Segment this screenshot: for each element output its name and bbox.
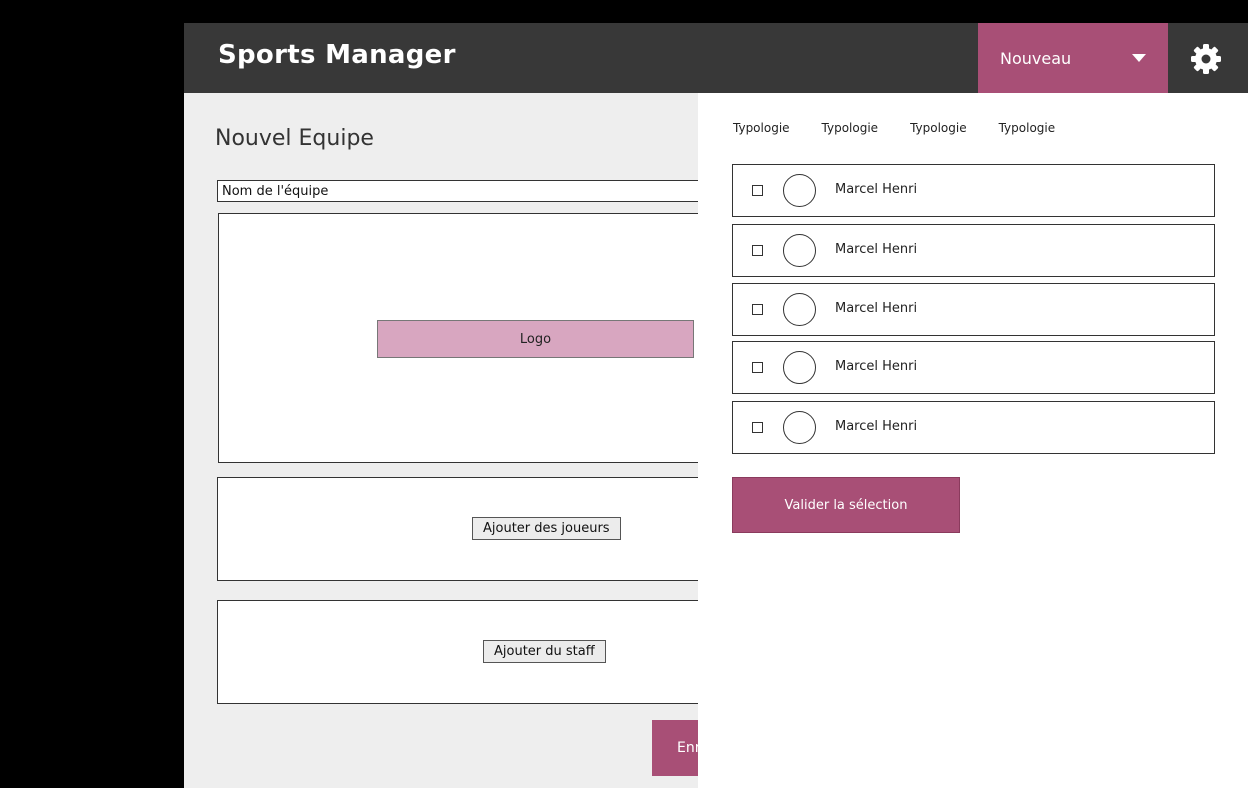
- player-row[interactable]: Marcel Henri: [732, 283, 1215, 336]
- avatar: [783, 293, 816, 326]
- avatar: [783, 234, 816, 267]
- player-checkbox[interactable]: [752, 304, 763, 315]
- validate-selection-button[interactable]: Valider la sélection: [732, 477, 960, 533]
- avatar: [783, 174, 816, 207]
- player-name: Marcel Henri: [835, 182, 918, 197]
- player-checkbox[interactable]: [752, 245, 763, 256]
- player-row[interactable]: Marcel Henri: [732, 164, 1215, 217]
- player-checkbox[interactable]: [752, 362, 763, 373]
- tab-typologie-4[interactable]: Typologie: [999, 121, 1056, 135]
- player-row[interactable]: Marcel Henri: [732, 341, 1215, 394]
- logo-button[interactable]: Logo: [377, 320, 694, 358]
- top-bar: Sports Manager Nouveau: [184, 23, 1248, 93]
- add-staff-button[interactable]: Ajouter du staff: [483, 640, 606, 663]
- player-name: Marcel Henri: [835, 359, 918, 374]
- staff-area: Ajouter du staff: [217, 600, 777, 704]
- player-name: Marcel Henri: [835, 242, 918, 257]
- tab-typologie-3[interactable]: Typologie: [910, 121, 967, 135]
- gear-icon[interactable]: [1190, 43, 1222, 75]
- caret-down-icon: [1132, 54, 1146, 62]
- avatar: [783, 351, 816, 384]
- player-checkbox[interactable]: [752, 422, 763, 433]
- player-selection-panel: Typologie Typologie Typologie Typologie …: [698, 93, 1248, 788]
- player-row[interactable]: Marcel Henri: [732, 224, 1215, 277]
- new-dropdown-label: Nouveau: [1000, 49, 1072, 68]
- logo-area: Logo: [218, 213, 778, 463]
- tab-typologie-1[interactable]: Typologie: [733, 121, 790, 135]
- app-title: Sports Manager: [218, 40, 456, 70]
- player-name: Marcel Henri: [835, 301, 918, 316]
- player-row[interactable]: Marcel Henri: [732, 401, 1215, 454]
- page-title: Nouvel Equipe: [215, 126, 374, 151]
- new-dropdown[interactable]: Nouveau: [978, 23, 1168, 93]
- player-checkbox[interactable]: [752, 185, 763, 196]
- avatar: [783, 411, 816, 444]
- player-name: Marcel Henri: [835, 419, 918, 434]
- typology-tabs: Typologie Typologie Typologie Typologie: [733, 121, 1087, 135]
- team-name-input[interactable]: [217, 180, 777, 202]
- add-players-button[interactable]: Ajouter des joueurs: [472, 517, 621, 540]
- app-window: Sports Manager Nouveau Nouvel Equipe Log…: [184, 23, 1248, 788]
- players-area: Ajouter des joueurs: [217, 477, 777, 581]
- tab-typologie-2[interactable]: Typologie: [822, 121, 879, 135]
